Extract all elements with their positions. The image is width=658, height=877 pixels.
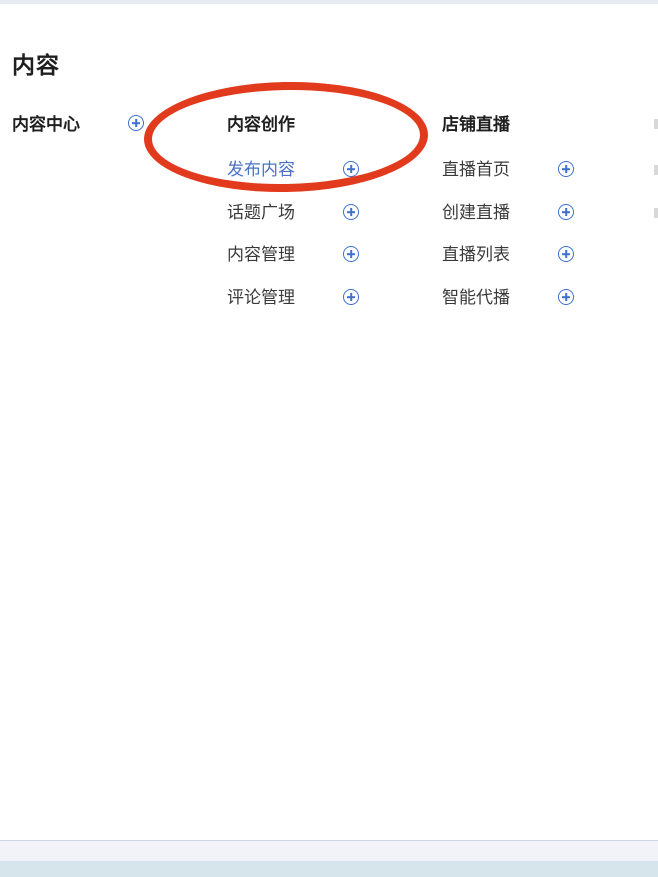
menu-item-topic-square[interactable]: 话题广场 xyxy=(227,201,295,225)
cutoff-column-fragment xyxy=(654,119,658,129)
menu-item-live-home[interactable]: 直播首页 xyxy=(442,158,510,182)
cutoff-column-fragment xyxy=(654,208,658,218)
add-topic-square-plus-circle-icon[interactable] xyxy=(343,204,359,220)
page-title: 内容 xyxy=(12,53,60,79)
menu-item-content-management[interactable]: 内容管理 xyxy=(227,243,295,267)
menu-item-smart-live[interactable]: 智能代播 xyxy=(442,286,510,310)
menu-column-store-live: 店铺直播 直播首页 创建直播 直播列表 智能代播 xyxy=(442,112,582,312)
menu-item-publish-content[interactable]: 发布内容 xyxy=(227,158,295,182)
add-comment-management-plus-circle-icon[interactable] xyxy=(343,289,359,305)
menu-item-create-live[interactable]: 创建直播 xyxy=(442,201,510,225)
add-content-management-plus-circle-icon[interactable] xyxy=(343,246,359,262)
add-create-live-plus-circle-icon[interactable] xyxy=(558,204,574,220)
add-content-center-plus-circle-icon[interactable] xyxy=(128,115,144,131)
bottom-band xyxy=(0,841,658,861)
add-live-list-plus-circle-icon[interactable] xyxy=(558,246,574,262)
bottom-bar xyxy=(0,861,658,877)
menu-column-content-center: 内容中心 xyxy=(12,112,152,138)
menu-column-content-creation: 内容创作 发布内容 话题广场 内容管理 评论管理 xyxy=(227,112,367,312)
column-title-store-live: 店铺直播 xyxy=(442,115,510,135)
cutoff-column-fragment xyxy=(654,165,658,175)
add-smart-live-plus-circle-icon[interactable] xyxy=(558,289,574,305)
add-live-home-plus-circle-icon[interactable] xyxy=(558,161,574,177)
top-border xyxy=(0,0,658,4)
menu-item-comment-management[interactable]: 评论管理 xyxy=(227,286,295,310)
column-title-content-creation: 内容创作 xyxy=(227,115,295,135)
menu-item-live-list[interactable]: 直播列表 xyxy=(442,243,510,267)
add-publish-content-plus-circle-icon[interactable] xyxy=(343,161,359,177)
